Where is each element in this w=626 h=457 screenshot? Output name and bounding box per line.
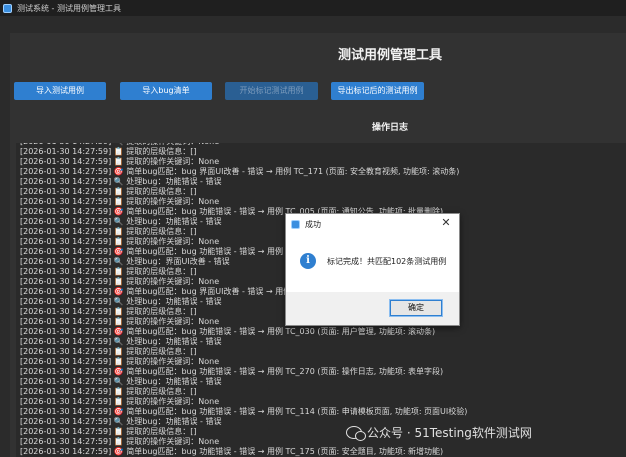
dialog-title: 成功: [305, 219, 321, 229]
log-line: [2026-01-30 14:27:59] 📋 提取的层级信息：[]: [20, 387, 197, 396]
info-icon: i: [300, 253, 316, 269]
log-line: [2026-01-30 14:27:59] 🔍 处理bug：功能错误 - 错误: [20, 337, 222, 346]
log-line: [2026-01-30 14:27:59] 📋 提取的操作关键词：None: [20, 397, 220, 406]
log-line: [2026-01-30 14:27:59] 📋 提取的层级信息：[]: [20, 147, 197, 156]
log-line: [2026-01-30 14:27:59] 🎯 简单bug匹配：bug 功能错误…: [20, 407, 468, 416]
watermark-text: 公众号 · 51Testing软件测试网: [367, 426, 532, 440]
dialog-message: 标记完成！共匹配102条测试用例: [327, 257, 447, 266]
log-line: [2026-01-30 14:27:59] 🔍 处理bug：功能错误 - 错误: [20, 377, 222, 386]
log-line: [2026-01-30 14:27:59] 📋 提取的层级信息：[]: [20, 347, 197, 356]
window-titlebar: 测试系统 - 测试用例管理工具: [0, 0, 626, 16]
log-line: [2026-01-30 14:27:59] 📋 提取的层级信息：[]: [20, 187, 197, 196]
close-icon[interactable]: ✕: [439, 216, 453, 229]
page-title: 测试用例管理工具: [337, 48, 442, 63]
dialog-titlebar: 成功: [286, 214, 459, 234]
watermark: 公众号 · 51Testing软件测试网: [346, 424, 532, 441]
log-line: [2026-01-30 14:27:59] 🎯 简单bug匹配：bug 功能错误…: [20, 367, 444, 376]
ok-button[interactable]: 确定: [389, 299, 443, 317]
log-line: [2026-01-30 14:27:59] 🎯 简单bug匹配：bug 功能错误…: [20, 447, 444, 456]
log-line: [2026-01-30 14:27:59] 📋 提取的操作关键词：None: [20, 157, 220, 166]
import-testcases-button[interactable]: 导入测试用例: [14, 82, 106, 100]
import-buglist-button[interactable]: 导入bug清单: [120, 82, 212, 100]
log-line: [2026-01-30 14:27:59] 📋 提取的操作关键词：None: [20, 197, 220, 206]
app-icon: [3, 3, 12, 13]
window-title: 测试系统 - 测试用例管理工具: [17, 3, 121, 13]
success-dialog: 成功 ✕ i 标记完成！共匹配102条测试用例 确定: [285, 213, 460, 326]
log-title: 操作日志: [371, 123, 408, 133]
log-line: [2026-01-30 14:27:59] 🎯 简单bug匹配：bug 界面UI…: [20, 167, 460, 176]
dialog-body: i 标记完成！共匹配102条测试用例: [286, 234, 459, 292]
wechat-icon: [346, 426, 366, 441]
log-line: [2026-01-30 14:27:59] 🎯 简单bug匹配：bug 功能错误…: [20, 327, 436, 336]
dialog-app-icon: [291, 219, 300, 229]
log-line: [2026-01-30 14:27:59] 📋 提取的操作关键词：None: [20, 357, 220, 366]
dialog-footer: 确定: [286, 292, 459, 325]
export-marked-testcases-button[interactable]: 导出标记后的测试用例: [331, 82, 424, 100]
log-line: [2026-01-30 14:27:59] 🔍 处理bug：功能错误 - 错误: [20, 177, 222, 186]
start-marking-button[interactable]: 开始标记测试用例: [225, 82, 318, 100]
